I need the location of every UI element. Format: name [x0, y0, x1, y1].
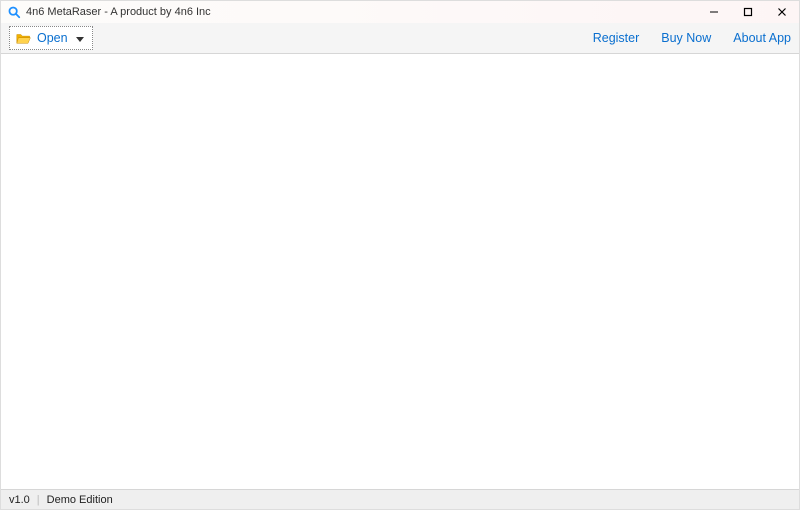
register-link[interactable]: Register	[593, 31, 640, 45]
statusbar: v1.0 | Demo Edition	[1, 489, 799, 509]
close-button[interactable]	[765, 1, 799, 23]
edition-label: Demo Edition	[47, 494, 113, 506]
folder-open-icon	[16, 32, 32, 45]
window-title: 4n6 MetaRaser - A product by 4n6 Inc	[26, 6, 697, 18]
open-button[interactable]: Open	[9, 26, 93, 50]
open-button-label: Open	[37, 31, 68, 45]
dropdown-caret-icon	[76, 31, 84, 45]
buy-now-link[interactable]: Buy Now	[661, 31, 711, 45]
minimize-button[interactable]	[697, 1, 731, 23]
window-controls	[697, 1, 799, 23]
main-content	[1, 54, 799, 489]
maximize-button[interactable]	[731, 1, 765, 23]
titlebar: 4n6 MetaRaser - A product by 4n6 Inc	[1, 1, 799, 23]
toolbar: Open Register Buy Now About App	[1, 23, 799, 54]
about-app-link[interactable]: About App	[733, 31, 791, 45]
app-icon	[7, 5, 21, 19]
status-separator: |	[37, 494, 40, 506]
version-label: v1.0	[9, 494, 30, 506]
